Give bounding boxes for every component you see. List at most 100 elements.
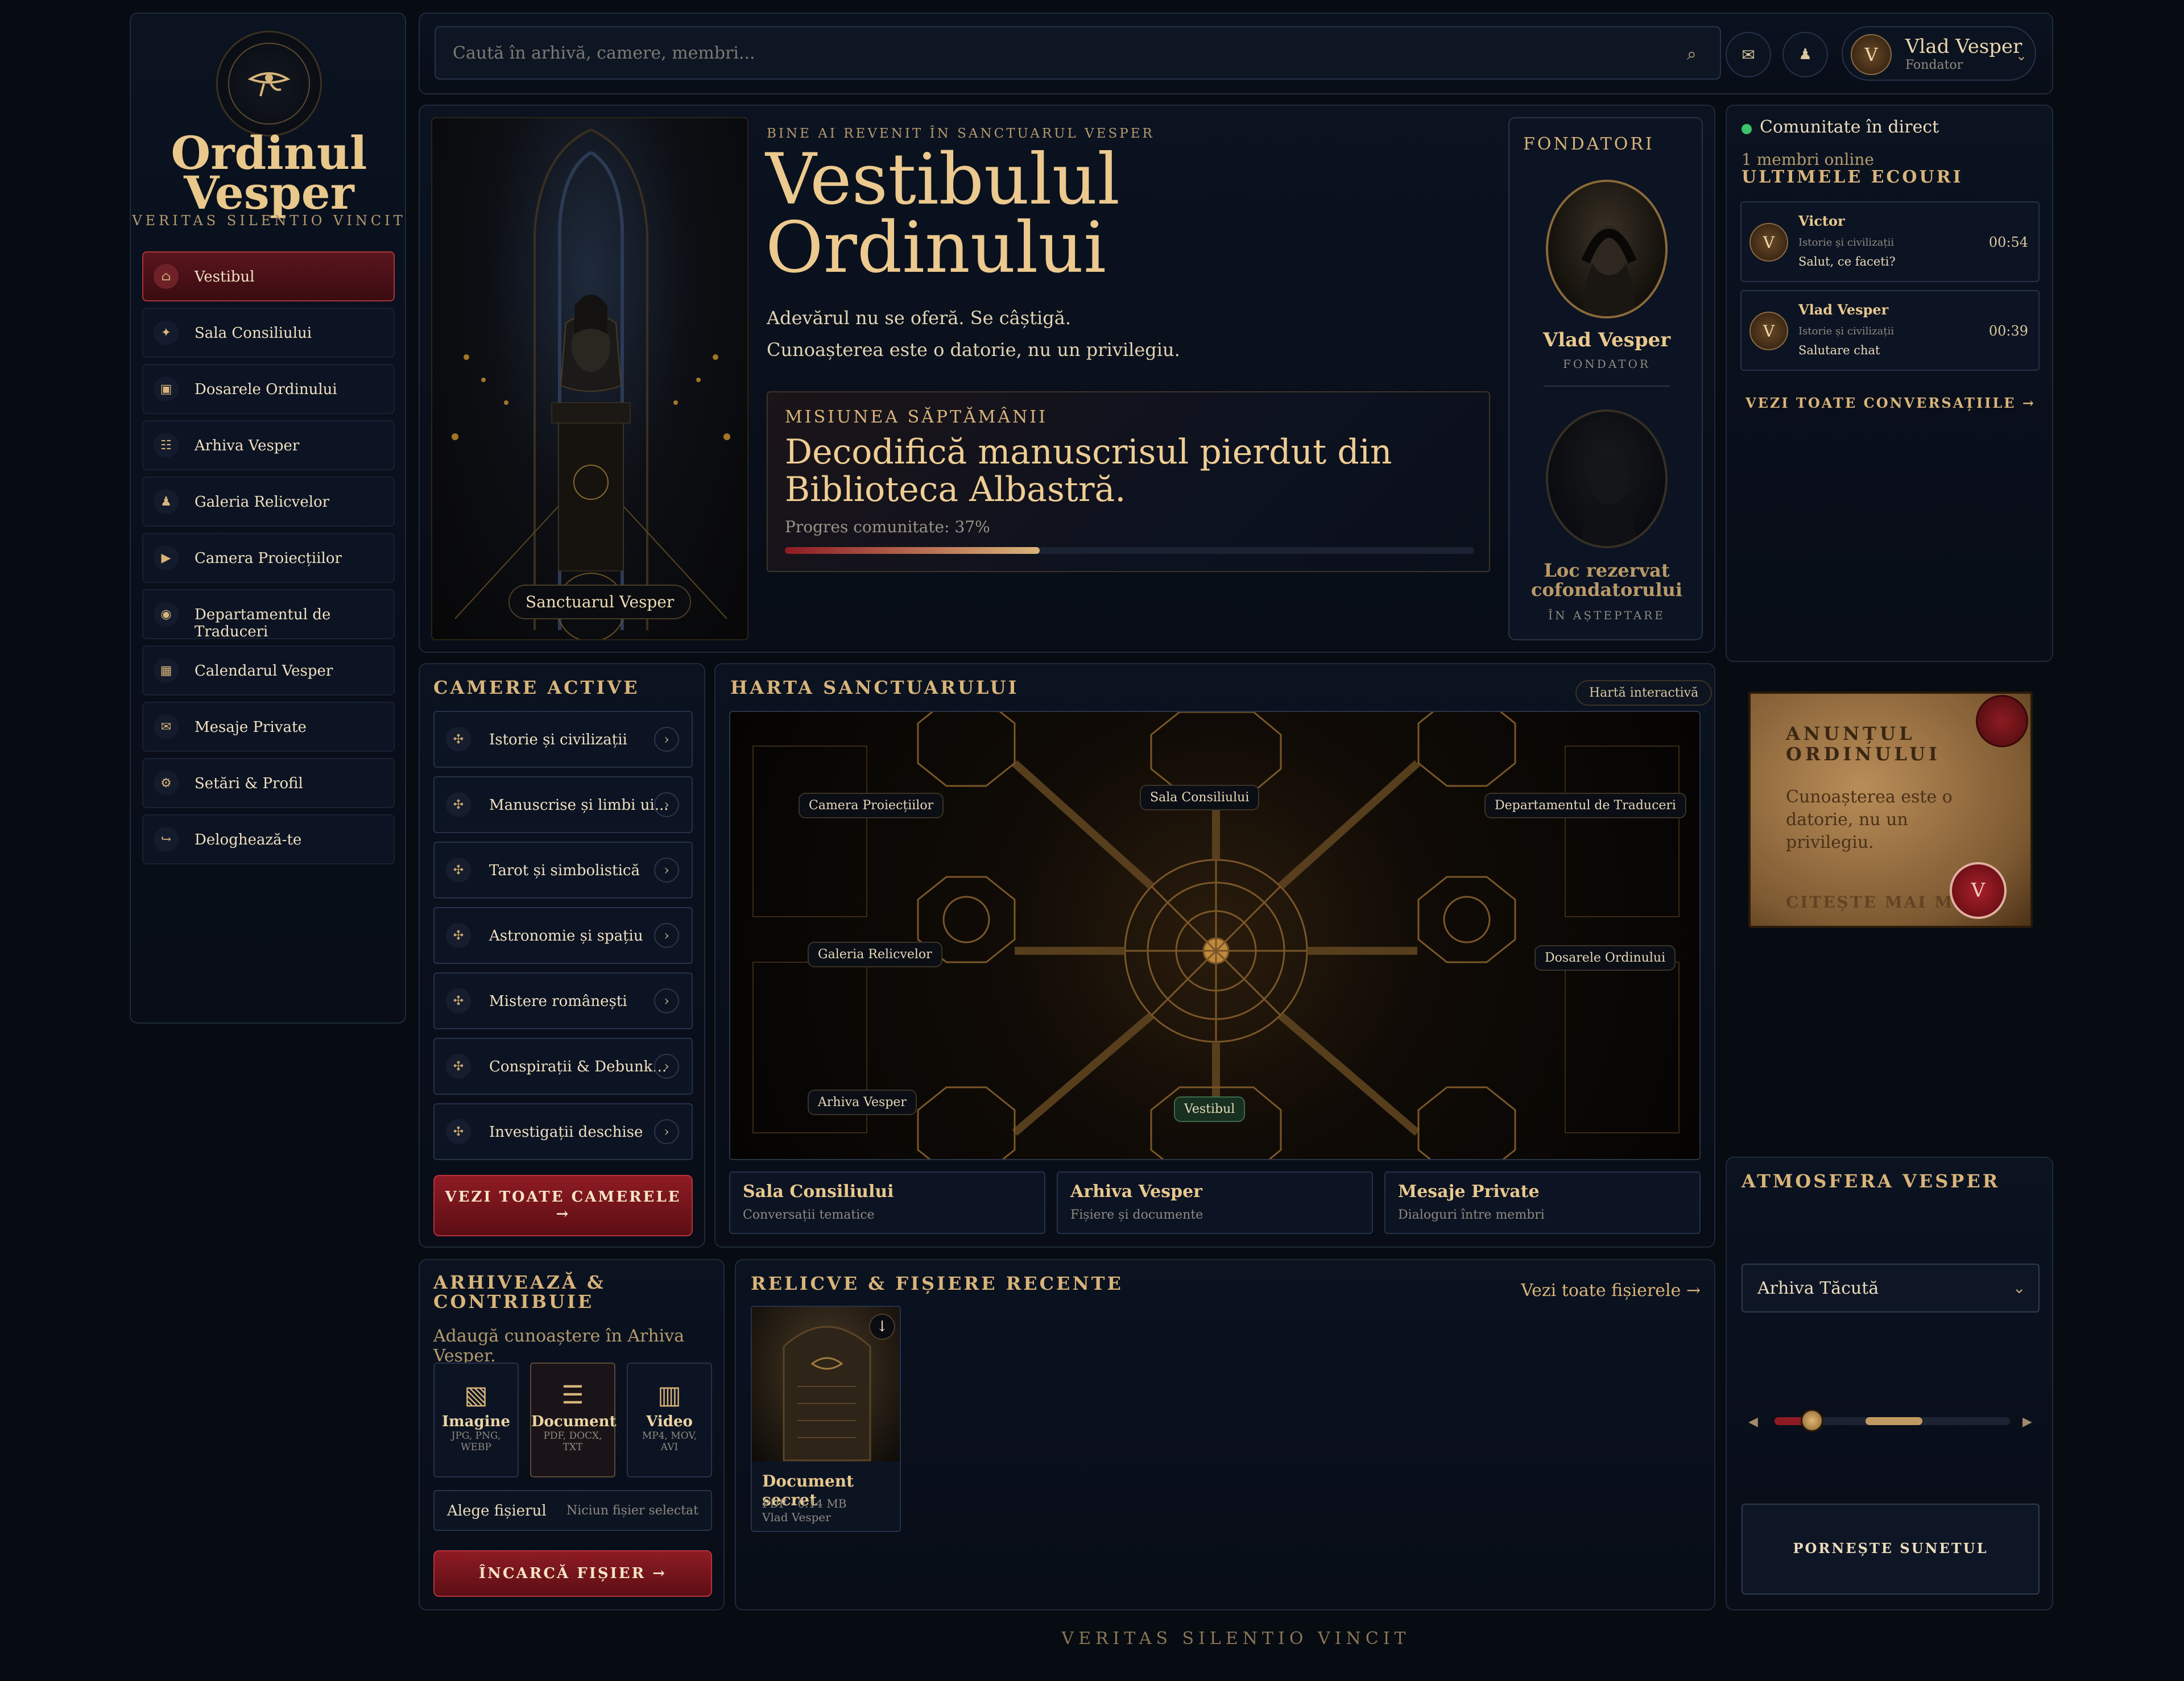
room-item[interactable]: ✣ Tarot și simbolistică › xyxy=(433,842,693,899)
user-name: Vlad Vesper xyxy=(1905,35,2022,58)
map-card-title: Sala Consiliului xyxy=(743,1182,894,1202)
upload-type-video[interactable]: ▥ Video MP4, MOV, AVI xyxy=(627,1363,712,1477)
compass-icon: ✦ xyxy=(154,320,179,345)
search-input[interactable]: Caută în arhivă, camere, membri... ⌕ xyxy=(435,26,1721,80)
view-all-files-link[interactable]: Vezi toate fișierele → xyxy=(1521,1281,1701,1301)
upload-button[interactable]: ÎNCARCĂ FIȘIER → xyxy=(433,1550,712,1597)
view-all-rooms-button[interactable]: VEZI TOATE CAMERELE → xyxy=(433,1175,693,1236)
message-avatar: V xyxy=(1749,312,1788,350)
sidebar-item-6[interactable]: ▶ Camera Proiecțiilor xyxy=(142,533,395,583)
announcement-text: Cunoașterea este o datorie, nu un privil… xyxy=(1786,787,1953,852)
sidebar-item-2[interactable]: ✦ Sala Consiliului xyxy=(142,308,395,358)
chevron-down-icon: ⌄ xyxy=(2012,1278,2026,1297)
search-placeholder: Caută în arhivă, camere, membri... xyxy=(453,43,755,63)
weekly-mission-card: MISIUNEA SĂPTĂMÂNII Decodifică manuscris… xyxy=(767,391,1490,572)
sidebar-item-label: Mesaje Private xyxy=(195,719,307,736)
map-label-camera-proiectiilor[interactable]: Camera Proiecțiilor xyxy=(799,793,944,818)
announcement-title: ANUNȚUL ORDINULUI xyxy=(1786,723,1941,765)
cofounder-name: Loc rezervat cofondatorului xyxy=(1531,560,1683,601)
atmosphere-panel: ATMOSFERA VESPER Arhiva Tăcută ⌄ ◀ ▶ POR… xyxy=(1726,1157,2053,1610)
upload-type-formats-2: TXT xyxy=(562,1442,583,1453)
sanctuary-map[interactable]: Camera Proiecțiilor Sala Consiliului Dep… xyxy=(729,711,1701,1160)
room-item[interactable]: ✣ Investigații deschise › xyxy=(433,1103,693,1160)
map-label-departamentul-traduceri[interactable]: Departamentul de Traduceri xyxy=(1484,793,1686,818)
file-chooser[interactable]: Alege fișierul Niciun fișier selectat xyxy=(433,1490,712,1531)
map-label-galeria-relicvelor[interactable]: Galeria Relicvelor xyxy=(808,942,942,967)
interactive-map-badge: Hartă interactivă xyxy=(1575,680,1713,706)
messages-button[interactable]: ✉ xyxy=(1726,32,1771,77)
message-user: Vlad Vesper xyxy=(1798,301,1889,318)
room-item[interactable]: ✣ Istorie și civilizații › xyxy=(433,711,693,768)
room-icon: ✣ xyxy=(446,988,471,1013)
room-item[interactable]: ✣ Manuscrise și limbi ui... › xyxy=(433,776,693,833)
user-menu[interactable]: V Vlad Vesper Fondator ⌄ xyxy=(1842,26,2036,81)
room-label: Manuscrise și limbi ui... xyxy=(489,797,669,814)
sidebar-item-10[interactable]: ⚙ Setări & Profil xyxy=(142,758,395,808)
message-room: Istorie și civilizații xyxy=(1798,325,1895,337)
choose-file-label: Alege fișierul xyxy=(447,1502,547,1519)
upload-type-document[interactable]: ☰ Document PDF, DOCX, TXT xyxy=(530,1363,617,1477)
hero-title: Vestibulul Ordinului xyxy=(766,139,1120,289)
room-item[interactable]: ✣ Astronomie și spațiu › xyxy=(433,907,693,964)
message-list: V Victor Istorie și civilizații Salut, ce f… xyxy=(1740,201,2040,379)
sidebar-nav: ⌂ Vestibul ✦ Sala Consiliului ▣ Dosarele Ordi… xyxy=(142,251,395,871)
next-track-icon[interactable]: ▶ xyxy=(2022,1415,2032,1429)
upload-type-label: Video xyxy=(646,1413,693,1430)
volume-slider-knob[interactable] xyxy=(1801,1409,1824,1432)
map-card-2[interactable]: Arhiva Vesper Fișiere și documente xyxy=(1057,1171,1373,1234)
sidebar-item-5[interactable]: ♟ Galeria Relicvelor xyxy=(142,477,395,527)
sidebar-item-8[interactable]: ▦ Calendarul Vesper xyxy=(142,645,395,695)
rooms-list: ✣ Istorie și civilizații › ✣ Manuscrise și l… xyxy=(433,711,693,1169)
room-item[interactable]: ✣ Conspirații & Debunk... › xyxy=(433,1038,693,1095)
download-icon[interactable]: ↓ xyxy=(869,1314,895,1340)
map-card-title: Mesaje Private xyxy=(1398,1182,1540,1202)
sidebar-item-4[interactable]: ☷ Arhiva Vesper xyxy=(142,420,395,470)
map-label-arhiva-vesper[interactable]: Arhiva Vesper xyxy=(808,1090,917,1115)
upload-type-formats: MP4, MOV, xyxy=(642,1430,697,1442)
message-text: Salut, ce faceti? xyxy=(1798,255,1896,268)
upload-type-formats: JPG, PNG, xyxy=(451,1430,501,1442)
start-sound-button[interactable]: PORNEȘTE SUNETUL xyxy=(1742,1504,2040,1595)
search-icon[interactable]: ⌕ xyxy=(1687,44,1697,64)
room-label: Tarot și simbolistică xyxy=(489,862,640,879)
view-all-conversations[interactable]: VEZI TOATE CONVERSAȚIILE → xyxy=(1727,395,2054,411)
profile-button[interactable]: ♟ xyxy=(1782,32,1828,77)
target-icon: ◉ xyxy=(154,602,179,627)
announcement-card[interactable]: ANUNȚUL ORDINULUI Cunoașterea este o dat… xyxy=(1748,692,2033,928)
sidebar-item-9[interactable]: ✉ Mesaje Private xyxy=(142,702,395,752)
map-card-1[interactable]: Sala Consiliului Conversații tematice xyxy=(729,1171,1045,1234)
map-label-sala-consiliului[interactable]: Sala Consiliului xyxy=(1140,785,1260,810)
image-caption: Sanctuarul Vesper xyxy=(508,585,692,619)
sidebar-item-1[interactable]: ⌂ Vestibul xyxy=(142,251,395,301)
map-label-vestibul[interactable]: Vestibul xyxy=(1174,1096,1246,1122)
message-card[interactable]: V Vlad Vesper Istorie și civilizații Saluta… xyxy=(1740,290,2040,371)
track-select[interactable]: Arhiva Tăcută ⌄ xyxy=(1742,1264,2040,1312)
message-time: 00:54 xyxy=(1988,234,2028,250)
message-card[interactable]: V Victor Istorie și civilizații Salut, ce f… xyxy=(1740,201,2040,282)
sidebar-item-7[interactable]: ◉ Departamentul de Traduceri xyxy=(142,589,395,640)
active-rooms-panel: CAMERE ACTIVE ✣ Istorie și civilizații › ✣ M… xyxy=(419,663,705,1248)
mission-label: MISIUNEA SĂPTĂMÂNII xyxy=(785,407,1048,427)
room-icon: ✣ xyxy=(446,858,471,883)
sidebar-item-11[interactable]: ↪ Deloghează-te xyxy=(142,814,395,864)
file-card[interactable]: ↓ Document secret PDF · 0.14 MB Vlad Ves… xyxy=(751,1306,901,1532)
previous-track-icon[interactable]: ◀ xyxy=(1748,1415,1758,1429)
room-label: Istorie și civilizații xyxy=(489,731,627,748)
sidebar-item-3[interactable]: ▣ Dosarele Ordinului xyxy=(142,364,395,414)
volume-slider[interactable] xyxy=(1774,1409,2010,1432)
room-item[interactable]: ✣ Mistere românești › xyxy=(433,972,693,1029)
wax-seal: V xyxy=(1950,862,2007,919)
divider xyxy=(1544,386,1670,387)
map-card-3[interactable]: Mesaje Private Dialoguri între membri xyxy=(1384,1171,1701,1234)
chevron-right-icon: › xyxy=(654,1119,679,1144)
upload-type-imagine[interactable]: ▧ Imagine JPG, PNG, WEBP xyxy=(433,1363,519,1477)
room-label: Conspirații & Debunk... xyxy=(489,1058,667,1075)
relics-title: RELICVE & FIȘIERE RECENTE xyxy=(751,1273,1123,1294)
upload-type-formats: PDF, DOCX, xyxy=(543,1430,602,1442)
map-label-dosarele-ordinului[interactable]: Dosarele Ordinului xyxy=(1534,945,1676,971)
sidebar-item-label: Vestibul xyxy=(195,268,255,285)
archive-title: ARHIVEAZĂ & CONTRIBUIE xyxy=(433,1272,606,1312)
sidebar: Ordinul Vesper VERITAS SILENTIO VINCIT ⌂… xyxy=(130,13,406,1024)
map-title: HARTA SANCTUARULUI xyxy=(730,677,1019,698)
founder-portrait xyxy=(1546,180,1668,318)
